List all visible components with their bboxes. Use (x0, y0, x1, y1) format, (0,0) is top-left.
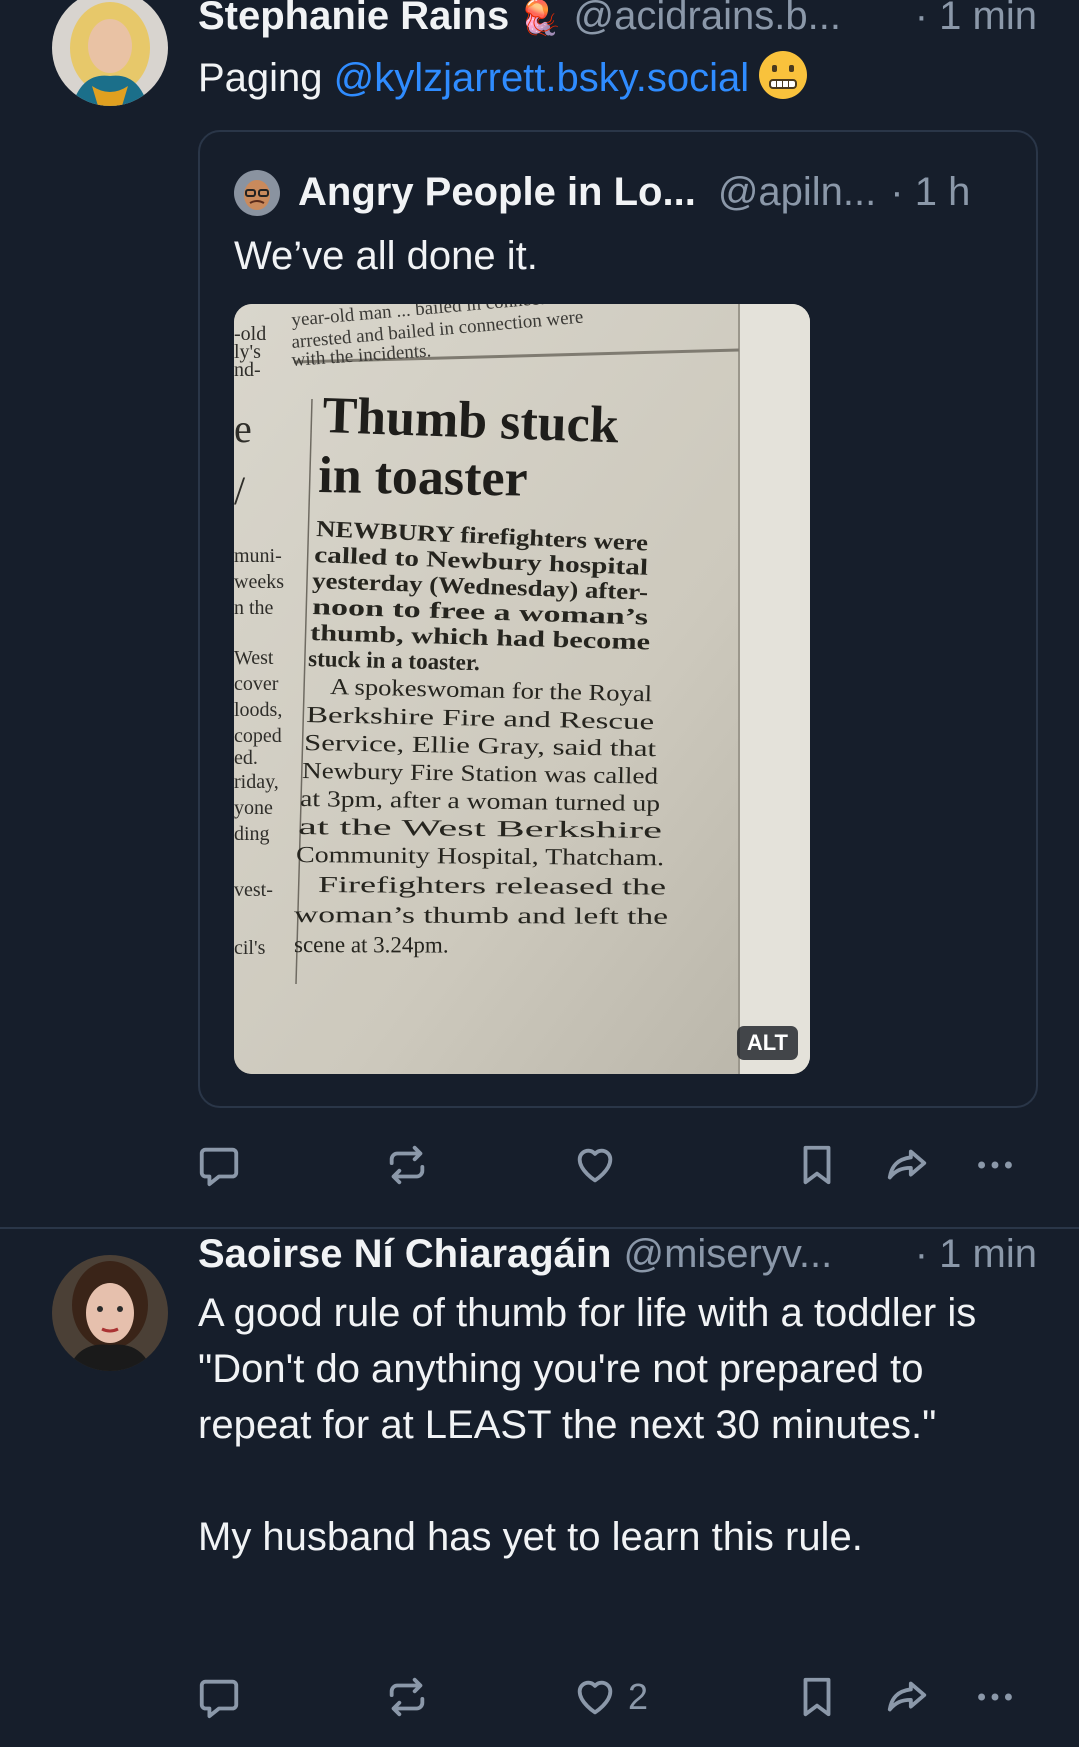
post-text: Paging @kylzjarrett.bsky.social (198, 50, 1039, 106)
body-line-6: stuck in a toaster. (308, 646, 480, 675)
quote-author-handle[interactable]: @apiln... (718, 166, 876, 218)
post-actions: 2 (196, 1672, 1036, 1722)
left-col-6: weeks (234, 571, 284, 593)
newspaper-photo: year-old man ... bailed in connection ar… (234, 304, 810, 1074)
post-text: A good rule of thumb for life with a tod… (198, 1291, 977, 1559)
share-button[interactable] (884, 1672, 930, 1722)
author-handle[interactable]: @acidrains.b... (574, 0, 841, 40)
left-col-8: West (234, 647, 274, 669)
bookmark-button[interactable] (794, 1140, 840, 1190)
quoted-post-card[interactable]: Angry People in Lo... @apiln... · 1 h We… (198, 130, 1038, 1108)
repost-icon (389, 1145, 425, 1185)
more-icon (978, 1161, 1012, 1169)
more-options-button[interactable] (972, 1672, 1018, 1722)
author-handle[interactable]: @miseryv... (623, 1225, 832, 1283)
left-col-15: ding (234, 823, 270, 845)
body-line-12: at the West Berkshire (298, 814, 662, 843)
body-line-11: at 3pm, after a woman turned up (300, 786, 660, 816)
left-col-16: vest- (234, 879, 273, 901)
jellyfish-emoji-icon: 🪼 (519, 0, 562, 37)
body-line-14: Firefighters released the (318, 872, 666, 899)
like-button[interactable] (572, 1140, 628, 1190)
quote-text: We’ve all done it. (234, 234, 538, 278)
headline-line-1: Thumb stuck (322, 387, 620, 454)
avatar-saoirse[interactable] (52, 1255, 168, 1371)
left-col-2: nd- (234, 359, 261, 381)
post-time[interactable]: · 1 min (899, 0, 1037, 40)
left-col-13: riday, (234, 771, 279, 793)
avatar-stephanie[interactable] (52, 0, 168, 106)
avatar-photo (52, 1255, 168, 1371)
post-header: Stephanie Rains 🪼 @acidrains.b... · 1 mi… (198, 0, 1037, 42)
author-name[interactable]: Saoirse Ní Chiaragáin (198, 1225, 611, 1283)
left-col-12: ed. (234, 747, 258, 769)
quote-time[interactable]: · 1 h (890, 166, 970, 218)
like-icon (577, 1148, 613, 1183)
post-header: Saoirse Ní Chiaragáin @miseryv... · 1 mi… (198, 1225, 1037, 1283)
share-icon (887, 1681, 927, 1712)
left-col-14: yone (234, 797, 273, 819)
share-button[interactable] (884, 1140, 930, 1190)
repost-icon (389, 1677, 425, 1717)
author-name[interactable]: Stephanie Rains (198, 0, 509, 40)
repost-button[interactable] (384, 1672, 430, 1722)
post-time[interactable]: · 1 min (899, 1225, 1037, 1283)
body-line-16: scene at 3.24pm. (294, 932, 449, 958)
quote-header: Angry People in Lo... @apiln... · 1 h (298, 166, 1008, 218)
post-saoirse[interactable]: Saoirse Ní Chiaragáin @miseryv... · 1 mi… (0, 1229, 1079, 1747)
post-text-prefix: Paging (198, 56, 334, 100)
newspaper-clipping-image[interactable]: year-old man ... bailed in connection ar… (234, 304, 810, 1074)
repost-button[interactable] (384, 1140, 430, 1190)
reply-button[interactable] (196, 1672, 242, 1722)
mention-link[interactable]: @kylzjarrett.bsky.social (334, 56, 750, 100)
reply-button[interactable] (196, 1140, 242, 1190)
quote-avatar[interactable] (234, 170, 280, 216)
quote-avatar-image (234, 170, 280, 216)
article-body: NEWBURY firefighters were called to Newb… (294, 516, 668, 958)
body-line-15: woman’s thumb and left the (294, 902, 668, 929)
bookmark-icon (803, 1145, 831, 1185)
grimacing-face-icon (759, 51, 808, 99)
more-options-button[interactable] (972, 1140, 1018, 1190)
left-col-10: loods, (234, 699, 282, 721)
left-col-3: e (234, 406, 252, 451)
alt-text-badge[interactable]: ALT (736, 1026, 798, 1060)
left-col-7: n the (234, 597, 274, 619)
reply-icon (199, 1679, 239, 1719)
bookmark-icon (803, 1677, 831, 1717)
left-col-9: cover (234, 673, 279, 695)
share-icon (887, 1149, 927, 1180)
left-col-17: cil's (234, 937, 266, 959)
left-col-5: muni- (234, 545, 282, 567)
left-col-4: / (234, 468, 246, 513)
post-stephanie-rains[interactable]: Stephanie Rains 🪼 @acidrains.b... · 1 mi… (0, 0, 1079, 1225)
headline-line-2: in toaster (318, 447, 528, 508)
bookmark-button[interactable] (794, 1672, 840, 1722)
more-icon (978, 1693, 1012, 1701)
like-count: 2 (628, 1676, 649, 1717)
reply-icon (199, 1147, 239, 1187)
post-actions (196, 1140, 1036, 1190)
avatar-photo (52, 0, 168, 106)
like-icon (577, 1680, 613, 1715)
body-line-13: Community Hospital, Thatcham. (296, 842, 664, 870)
like-button[interactable]: 2 (572, 1672, 648, 1722)
quote-author-name[interactable]: Angry People in Lo... (298, 166, 696, 218)
left-col-11: coped (234, 725, 282, 747)
